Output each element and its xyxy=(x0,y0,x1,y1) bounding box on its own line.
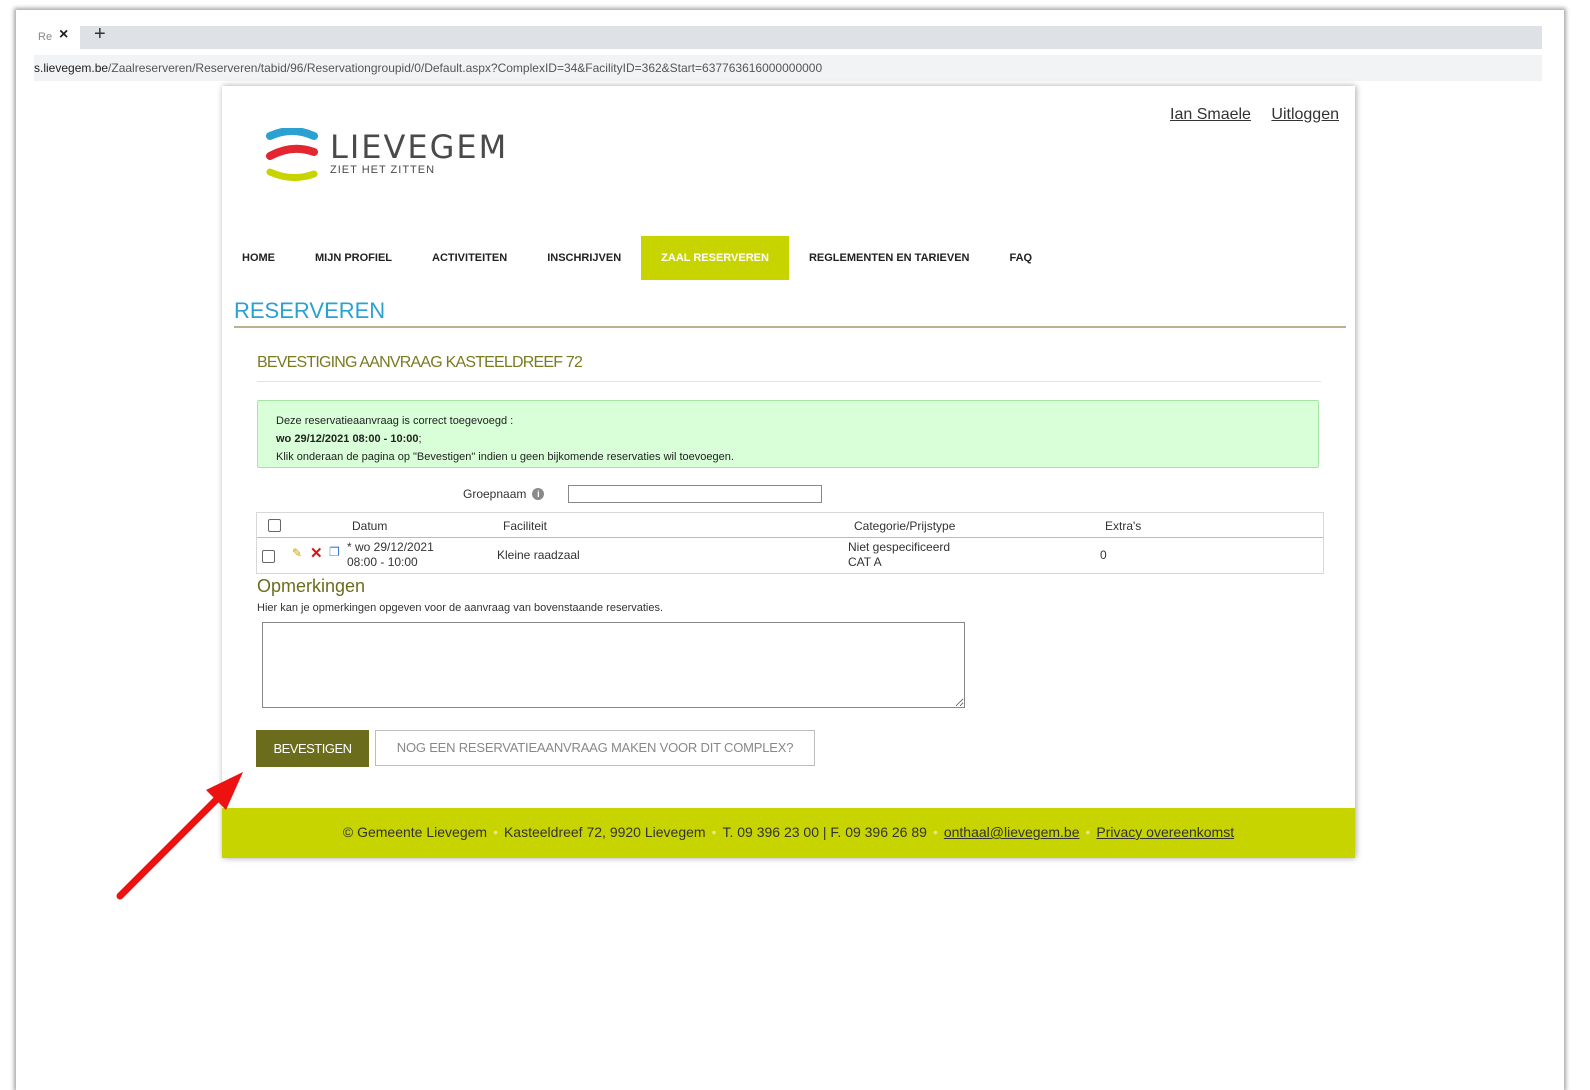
edit-icon[interactable]: ✎ xyxy=(292,546,302,560)
group-name-label: Groepnaam xyxy=(463,487,527,501)
success-suffix: ; xyxy=(418,433,422,445)
select-all-checkbox[interactable] xyxy=(268,519,281,532)
success-line-2: wo 29/12/2021 08:00 - 10:00; xyxy=(276,430,1318,448)
footer: © Gemeente Lievegem • Kasteeldreef 72, 992… xyxy=(222,808,1355,858)
remarks-title: Opmerkingen xyxy=(257,576,366,596)
user-links: Ian Smaele Uitloggen xyxy=(1154,106,1339,124)
page-container: Ian Smaele Uitloggen LIEVEGEM ZIET HET Z… xyxy=(222,86,1355,858)
another-reservation-button[interactable]: NOG EEN RESERVATIEAANVRAAG MAKEN VOOR DI… xyxy=(375,730,815,766)
section-divider xyxy=(257,381,1321,382)
nav-inschrijven[interactable]: INSCHRIJVEN xyxy=(527,236,641,280)
row-categorie-1: Niet gespecificeerd xyxy=(848,540,951,554)
address-bar[interactable]: s.lievegem.be/Zaalreserveren/Reserveren/… xyxy=(34,55,1542,81)
footer-copyright: © Gemeente Lievegem xyxy=(342,824,488,840)
footer-privacy-link[interactable]: Privacy overeenkomst xyxy=(1096,824,1234,840)
nav-activiteiten[interactable]: ACTIVITEITEN xyxy=(412,236,527,280)
success-line-3: Klik onderaan de pagina op "Bevestigen" … xyxy=(276,451,734,463)
row-time: 08:00 - 10:00 xyxy=(347,555,418,569)
header-extras: Extra's xyxy=(1105,519,1142,533)
remarks-help: Hier kan je opmerkingen opgeven voor de … xyxy=(257,602,664,614)
section-title: BEVESTIGING AANVRAAG KASTEELDREEF 72 xyxy=(257,354,583,371)
user-name-link[interactable]: Ian Smaele xyxy=(1170,106,1251,123)
group-name-row: Groepnaam i xyxy=(463,485,823,503)
row-extras: 0 xyxy=(1100,548,1107,562)
table-header: Datum Faciliteit Categorie/Prijstype Ext… xyxy=(257,513,1323,538)
reservation-table: Datum Faciliteit Categorie/Prijstype Ext… xyxy=(256,512,1324,574)
browser-tab-bar: Re × + xyxy=(34,23,1542,49)
table-row: ✎ ✕ ❐ * wo 29/12/2021 08:00 - 10:00 Klei… xyxy=(257,539,1323,573)
footer-address: Kasteeldreef 72, 9920 Lievegem xyxy=(503,824,706,840)
page-title: RESERVEREN xyxy=(234,298,386,323)
nav-reglementen[interactable]: REGLEMENTEN EN TARIEVEN xyxy=(789,236,990,280)
row-checkbox[interactable] xyxy=(262,550,275,563)
info-icon[interactable]: i xyxy=(532,488,545,500)
copy-icon[interactable]: ❐ xyxy=(329,545,340,559)
logo-name: LIEVEGEM xyxy=(330,128,509,166)
url-path: /Zaalreserveren/Reserveren/tabid/96/Rese… xyxy=(108,61,823,75)
browser-tab[interactable]: Re × xyxy=(34,26,80,49)
success-line-1: Deze reservatieaanvraag is correct toege… xyxy=(276,415,514,427)
close-icon[interactable]: × xyxy=(59,26,68,44)
row-datum: * wo 29/12/2021 08:00 - 10:00 xyxy=(347,540,434,570)
header-categorie: Categorie/Prijstype xyxy=(854,519,956,533)
row-date: * wo 29/12/2021 xyxy=(347,540,434,554)
footer-phone: T. 09 396 23 00 | F. 09 396 26 89 xyxy=(722,824,927,840)
row-categorie-2: CAT A xyxy=(848,555,882,569)
new-tab-icon[interactable]: + xyxy=(94,23,106,46)
success-date: wo 29/12/2021 08:00 - 10:00 xyxy=(276,433,419,445)
logo-waves-icon xyxy=(266,128,318,181)
header-datum: Datum xyxy=(352,519,388,533)
nav-faq[interactable]: FAQ xyxy=(989,236,1052,280)
title-divider xyxy=(234,326,1346,328)
logo-text: LIEVEGEM ZIET HET ZITTEN xyxy=(330,128,508,176)
tab-title: Re xyxy=(38,31,53,43)
logo[interactable]: LIEVEGEM ZIET HET ZITTEN xyxy=(266,128,506,186)
success-message: Deze reservatieaanvraag is correct toege… xyxy=(257,400,1319,468)
main-nav: HOME MIJN PROFIEL ACTIVITEITEN INSCHRIJV… xyxy=(234,236,1052,280)
confirm-button[interactable]: BEVESTIGEN xyxy=(256,730,369,767)
group-name-input[interactable] xyxy=(568,485,823,503)
url-host: s.lievegem.be xyxy=(34,61,109,75)
nav-mijn-profiel[interactable]: MIJN PROFIEL xyxy=(295,236,412,280)
row-faciliteit: Kleine raadzaal xyxy=(497,548,580,562)
remarks-textarea[interactable] xyxy=(262,622,965,708)
header-faciliteit: Faciliteit xyxy=(503,519,548,533)
nav-home[interactable]: HOME xyxy=(234,236,295,280)
annotation-arrow-icon xyxy=(116,772,243,900)
nav-zaal-reserveren[interactable]: ZAAL RESERVEREN xyxy=(641,236,789,280)
row-categorie: Niet gespecificeerd CAT A xyxy=(848,540,950,570)
logout-link[interactable]: Uitloggen xyxy=(1271,106,1339,123)
footer-email-link[interactable]: onthaal@lievegem.be xyxy=(944,824,1080,840)
delete-icon[interactable]: ✕ xyxy=(310,544,323,562)
